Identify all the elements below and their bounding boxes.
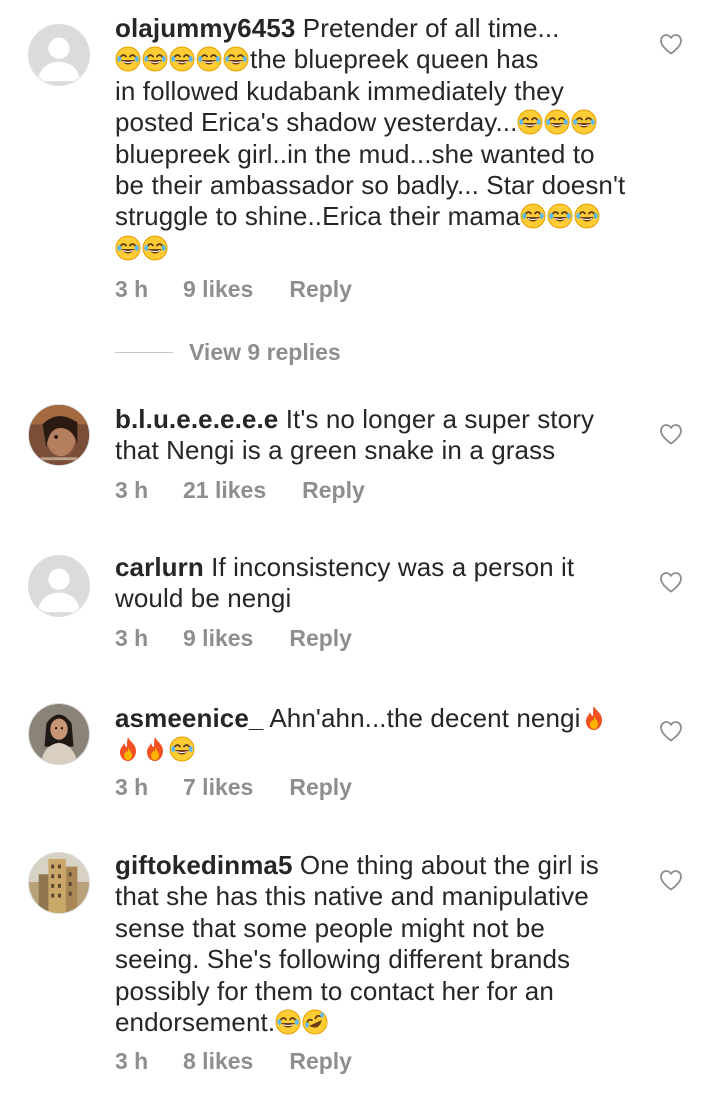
comment-line: that she has this native and manipulativ… xyxy=(115,881,589,912)
comment-username[interactable]: olajummy6453 xyxy=(115,13,295,43)
likes-count[interactable]: 9 likes xyxy=(183,625,253,652)
comment-meta: 3 h 21 likes Reply xyxy=(115,477,365,504)
rolling-on-the-floor-laughing-icon xyxy=(302,1009,328,1035)
comment-line: be their ambassador so badly... Star doe… xyxy=(115,170,626,201)
default-avatar-icon xyxy=(29,25,89,85)
reply-button[interactable]: Reply xyxy=(289,625,352,652)
comment-time: 3 h xyxy=(115,625,149,651)
likes-count[interactable]: 9 likes xyxy=(183,276,253,303)
like-heart-icon[interactable] xyxy=(659,423,683,445)
comment-username[interactable]: b.l.u.e.e.e.e.e xyxy=(115,404,278,434)
face-with-tears-of-joy-icon xyxy=(574,203,600,229)
face-with-tears-of-joy-icon xyxy=(275,1009,301,1035)
divider xyxy=(115,352,173,353)
face-with-tears-of-joy-icon xyxy=(142,46,168,72)
comment-line: in followed kudabank immediately they xyxy=(115,75,564,106)
comment-line: seeing. She's following different brands xyxy=(115,944,571,975)
comment-username[interactable]: giftokedinma5 xyxy=(115,850,293,880)
comment-line: struggle to shine..Erica their mama xyxy=(115,201,521,232)
comment-line: sense that some people might not be xyxy=(115,912,545,943)
face-with-tears-of-joy-icon xyxy=(571,109,597,135)
comment-line: possibly for them to contact her for an xyxy=(115,975,554,1006)
like-heart-icon[interactable] xyxy=(659,720,683,742)
comment-meta: 3 h 9 likes Reply xyxy=(115,625,352,652)
like-heart-icon[interactable] xyxy=(659,33,683,55)
comment-line: posted Erica's shadow yesterday... xyxy=(115,107,518,138)
face-with-tears-of-joy-icon xyxy=(223,46,249,72)
comment-time: 3 h xyxy=(115,1048,149,1074)
avatar[interactable] xyxy=(28,404,90,466)
avatar[interactable] xyxy=(28,703,90,765)
avatar[interactable] xyxy=(28,555,90,617)
like-heart-icon[interactable] xyxy=(659,571,683,593)
fire-icon xyxy=(142,736,168,762)
face-with-tears-of-joy-icon xyxy=(169,46,195,72)
avatar[interactable] xyxy=(28,852,90,914)
comment-meta: 3 h 8 likes Reply xyxy=(115,1048,352,1075)
fire-icon xyxy=(115,736,141,762)
comment-time: 3 h xyxy=(115,477,149,503)
default-avatar-icon xyxy=(29,556,89,616)
avatar[interactable] xyxy=(28,24,90,86)
comment-text: b.l.u.e.e.e.e.e It's no longer a super s… xyxy=(115,404,655,467)
face-with-tears-of-joy-icon xyxy=(517,109,543,135)
comment-line: would be nengi xyxy=(115,583,292,614)
like-heart-icon[interactable] xyxy=(659,869,683,891)
comment-line: endorsement. xyxy=(115,1007,276,1038)
reply-button[interactable]: Reply xyxy=(289,276,352,303)
face-with-tears-of-joy-icon xyxy=(544,109,570,135)
reply-button[interactable]: Reply xyxy=(289,1048,352,1075)
comment-text: giftokedinma5 One thing about the girl i… xyxy=(115,850,655,1038)
face-with-tears-of-joy-icon xyxy=(115,46,141,72)
comment-meta: 3 h 9 likes Reply xyxy=(115,276,352,303)
profile-photo-icon xyxy=(29,405,89,465)
comment-line: the bluepreek queen has xyxy=(250,44,539,75)
view-replies-label: View 9 replies xyxy=(189,339,341,365)
comment-username[interactable]: carlurn xyxy=(115,552,204,582)
face-with-tears-of-joy-icon xyxy=(520,203,546,229)
face-with-tears-of-joy-icon xyxy=(142,235,168,261)
fire-icon xyxy=(581,705,607,731)
comment-line: Ahn'ahn...the decent nengi xyxy=(269,703,581,733)
profile-photo-icon xyxy=(29,704,89,764)
comment-username[interactable]: asmeenice_ xyxy=(115,703,263,733)
comment-line: Pretender of all time... xyxy=(302,13,560,43)
comment-text: asmeenice_ Ahn'ahn...the decent nengi xyxy=(115,703,655,766)
comment-meta: 3 h 7 likes Reply xyxy=(115,774,352,801)
comment-line: If inconsistency was a person it xyxy=(211,552,575,582)
reply-button[interactable]: Reply xyxy=(289,774,352,801)
view-replies-button[interactable]: View 9 replies xyxy=(115,339,341,366)
likes-count[interactable]: 21 likes xyxy=(183,477,266,504)
comment-text: olajummy6453 Pretender of all time... th… xyxy=(115,13,655,264)
face-with-tears-of-joy-icon xyxy=(196,46,222,72)
comment-line: bluepreek girl..in the mud...she wanted … xyxy=(115,138,595,169)
likes-count[interactable]: 8 likes xyxy=(183,1048,253,1075)
profile-photo-icon xyxy=(29,853,89,913)
comment-time: 3 h xyxy=(115,276,149,302)
comment-line: It's no longer a super story xyxy=(285,404,595,434)
comment-line: One thing about the girl is xyxy=(299,850,599,880)
face-with-tears-of-joy-icon xyxy=(547,203,573,229)
likes-count[interactable]: 7 likes xyxy=(183,774,253,801)
comment-time: 3 h xyxy=(115,774,149,800)
face-with-tears-of-joy-icon xyxy=(115,235,141,261)
reply-button[interactable]: Reply xyxy=(302,477,365,504)
face-with-tears-of-joy-icon xyxy=(169,736,195,762)
comment-line: that Nengi is a green snake in a grass xyxy=(115,435,556,466)
comment-text: carlurn If inconsistency was a person it… xyxy=(115,552,655,615)
